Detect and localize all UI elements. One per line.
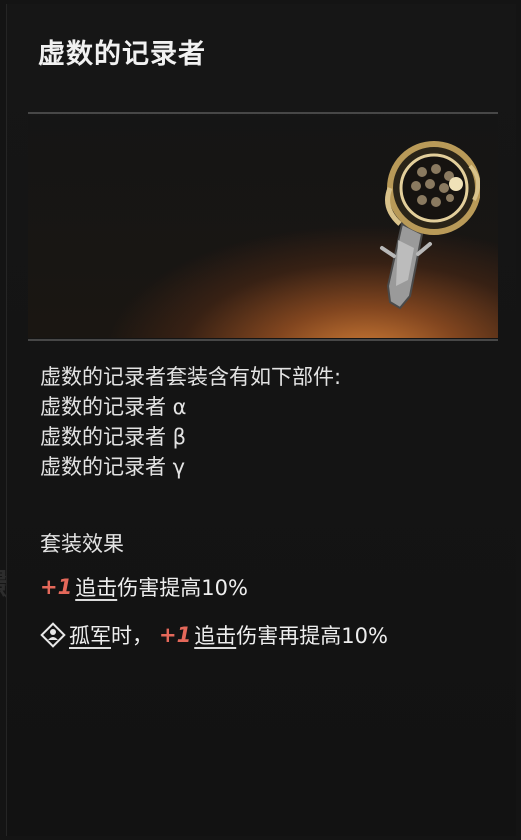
keyword-follow-up-attack[interactable]: 追击: [194, 620, 236, 650]
relic-sceptre-icon: [380, 141, 480, 310]
set-part-beta: 虚数的记录者 β: [40, 425, 187, 449]
keyword-follow-up-attack[interactable]: 追击: [75, 572, 117, 602]
item-banner: [28, 116, 498, 338]
solo-person-diamond-icon: [40, 622, 66, 648]
effect-2-text-a: 时，: [111, 624, 153, 648]
top-divider: [28, 112, 498, 114]
set-part-gamma: 虚数的记录者 γ: [40, 455, 186, 479]
plus-one-icon: +1: [159, 623, 192, 647]
plus-one-icon: +1: [40, 575, 73, 599]
set-description: 虚数的记录者套装含有如下部件: 虚数的记录者 α 虚数的记录者 β 虚数的记录者…: [40, 362, 341, 482]
set-effect-2: 孤军 时， +1 追击 伤害再提高10%: [40, 620, 388, 650]
set-effect-title: 套装效果: [40, 532, 124, 556]
set-intro-text: 虚数的记录者套装含有如下部件:: [40, 365, 342, 389]
keyword-solitary[interactable]: 孤军: [69, 620, 111, 650]
set-effect-1: +1 追击 伤害提高10%: [40, 572, 248, 602]
banner-divider: [28, 339, 498, 341]
effect-1-text: 伤害提高10%: [117, 576, 248, 600]
effect-2-text-b: 伤害再提高10%: [236, 624, 388, 648]
set-part-alpha: 虚数的记录者 α: [40, 395, 187, 419]
page-title: 虚数的记录者: [38, 39, 206, 70]
